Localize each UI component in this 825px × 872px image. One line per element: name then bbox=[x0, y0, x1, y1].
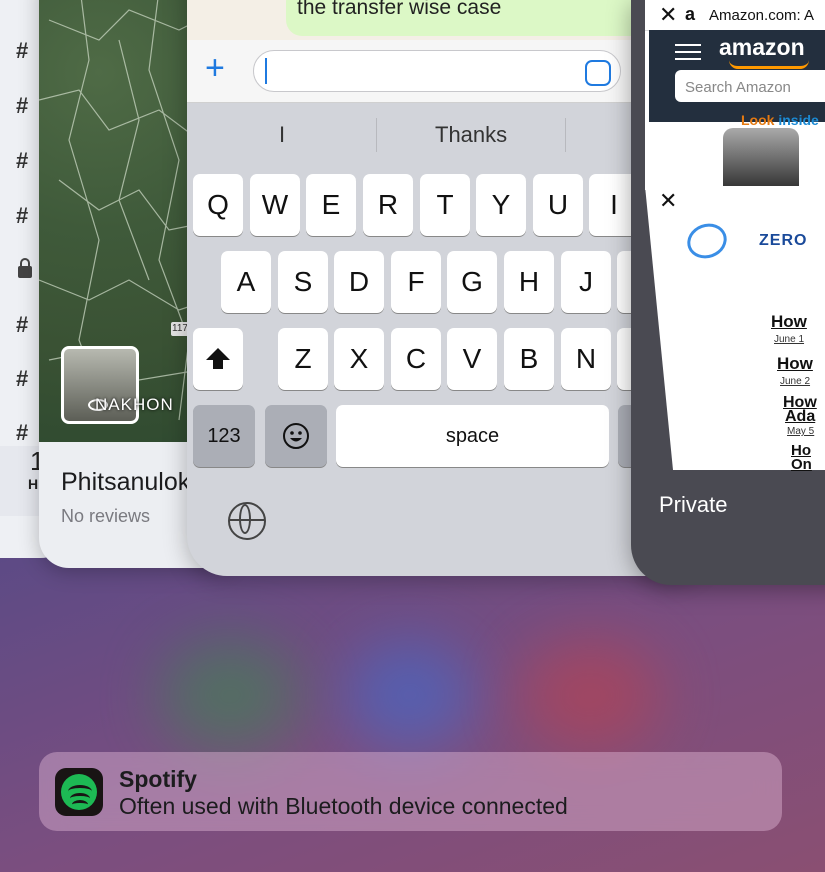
hash-icon: # bbox=[16, 203, 29, 228]
place-reviews: No reviews bbox=[61, 506, 151, 526]
message-text: the transfer wise case bbox=[297, 0, 502, 19]
banner-inside: inside bbox=[778, 112, 819, 128]
suggestion-divider bbox=[376, 118, 377, 152]
key-j[interactable]: J bbox=[561, 251, 611, 313]
article-date: June 1 bbox=[774, 334, 805, 345]
banner-photo bbox=[723, 128, 799, 188]
key-a[interactable]: A bbox=[221, 251, 271, 313]
app-card-browser[interactable]: ✕ a Amazon.com: A amazon Search Amazon L… bbox=[631, 0, 825, 585]
key-g[interactable]: G bbox=[447, 251, 497, 313]
emoji-icon bbox=[283, 423, 309, 449]
article-headline[interactable]: How bbox=[771, 312, 807, 332]
suggestion-word-1[interactable]: I bbox=[279, 122, 285, 148]
close-tab-icon[interactable]: ✕ bbox=[659, 188, 677, 214]
numbers-key[interactable]: 123 bbox=[193, 405, 255, 467]
suggestion-reason: Often used with Bluetooth device connect… bbox=[119, 793, 568, 819]
hash-icon: # bbox=[16, 312, 29, 337]
key-w[interactable]: W bbox=[250, 174, 300, 236]
background-blob-red bbox=[520, 640, 660, 750]
key-v[interactable]: V bbox=[447, 328, 497, 390]
hash-icon: # bbox=[16, 38, 29, 63]
zero-logo-text: ZERO bbox=[759, 232, 808, 249]
globe-icon[interactable] bbox=[228, 502, 266, 540]
key-n[interactable]: N bbox=[561, 328, 611, 390]
amazon-logo-smile bbox=[729, 60, 809, 69]
close-tab-icon[interactable]: ✕ bbox=[659, 2, 677, 28]
amazon-favicon-icon: a bbox=[685, 4, 696, 24]
shift-icon bbox=[206, 348, 230, 369]
article-date: May 5 bbox=[787, 426, 815, 437]
background-blob-green bbox=[160, 640, 300, 750]
article-headline[interactable]: Ada bbox=[785, 408, 815, 426]
article-headline[interactable]: On bbox=[791, 456, 812, 473]
spotify-app-icon[interactable] bbox=[55, 768, 103, 816]
tab-title: Amazon.com: A bbox=[709, 7, 815, 24]
key-q[interactable]: Q bbox=[193, 174, 243, 236]
suggestion-app-name: Spotify bbox=[119, 766, 197, 792]
banner-text: Look inside bbox=[741, 112, 819, 128]
hash-icon: # bbox=[16, 93, 29, 118]
key-s[interactable]: S bbox=[278, 251, 328, 313]
app-suggestion-banner[interactable]: Spotify Often used with Bluetooth device… bbox=[39, 752, 782, 831]
space-key[interactable]: space bbox=[336, 405, 609, 467]
chat-area: the transfer wise case bbox=[187, 0, 707, 40]
footer-letter: H bbox=[28, 476, 39, 492]
background-blob-blue bbox=[345, 640, 475, 750]
key-z[interactable]: Z bbox=[278, 328, 328, 390]
key-f[interactable]: F bbox=[391, 251, 441, 313]
hash-icon: # bbox=[16, 148, 29, 173]
place-title: Phitsanulok bbox=[61, 468, 191, 496]
key-c[interactable]: C bbox=[391, 328, 441, 390]
article-date: June 2 bbox=[780, 376, 811, 387]
app-card-messages[interactable]: the transfer wise case + I Thanks Q W E … bbox=[187, 0, 707, 576]
banner-look: Look bbox=[741, 112, 775, 128]
lock-icon bbox=[18, 258, 32, 278]
key-x[interactable]: X bbox=[334, 328, 384, 390]
browser-tab-amazon[interactable]: ✕ a Amazon.com: A amazon Search Amazon L… bbox=[645, 0, 825, 190]
message-input[interactable] bbox=[253, 50, 621, 92]
suggestion-word-2[interactable]: Thanks bbox=[435, 122, 507, 148]
map-place-label: NAKHON bbox=[95, 395, 174, 414]
plus-icon[interactable]: + bbox=[205, 51, 225, 85]
key-h[interactable]: H bbox=[504, 251, 554, 313]
hash-icon: # bbox=[16, 420, 29, 445]
article-headline[interactable]: How bbox=[777, 354, 813, 374]
amazon-logo[interactable]: amazon bbox=[719, 34, 805, 61]
key-b[interactable]: B bbox=[504, 328, 554, 390]
menu-icon[interactable] bbox=[675, 44, 701, 60]
key-r[interactable]: R bbox=[363, 174, 413, 236]
sticker-icon[interactable] bbox=[585, 60, 611, 86]
key-y[interactable]: Y bbox=[476, 174, 526, 236]
key-t[interactable]: T bbox=[420, 174, 470, 236]
emoji-key[interactable] bbox=[265, 405, 327, 467]
key-d[interactable]: D bbox=[334, 251, 384, 313]
text-cursor bbox=[265, 58, 267, 84]
private-mode-label: Private bbox=[659, 492, 728, 517]
shift-key[interactable] bbox=[193, 328, 243, 390]
spotify-wave bbox=[72, 800, 88, 809]
hash-icon: # bbox=[16, 366, 29, 391]
suggestion-divider bbox=[565, 118, 566, 152]
key-e[interactable]: E bbox=[306, 174, 356, 236]
amazon-header: amazon bbox=[649, 30, 825, 122]
amazon-search-placeholder: Search Amazon bbox=[685, 79, 791, 96]
key-u[interactable]: U bbox=[533, 174, 583, 236]
